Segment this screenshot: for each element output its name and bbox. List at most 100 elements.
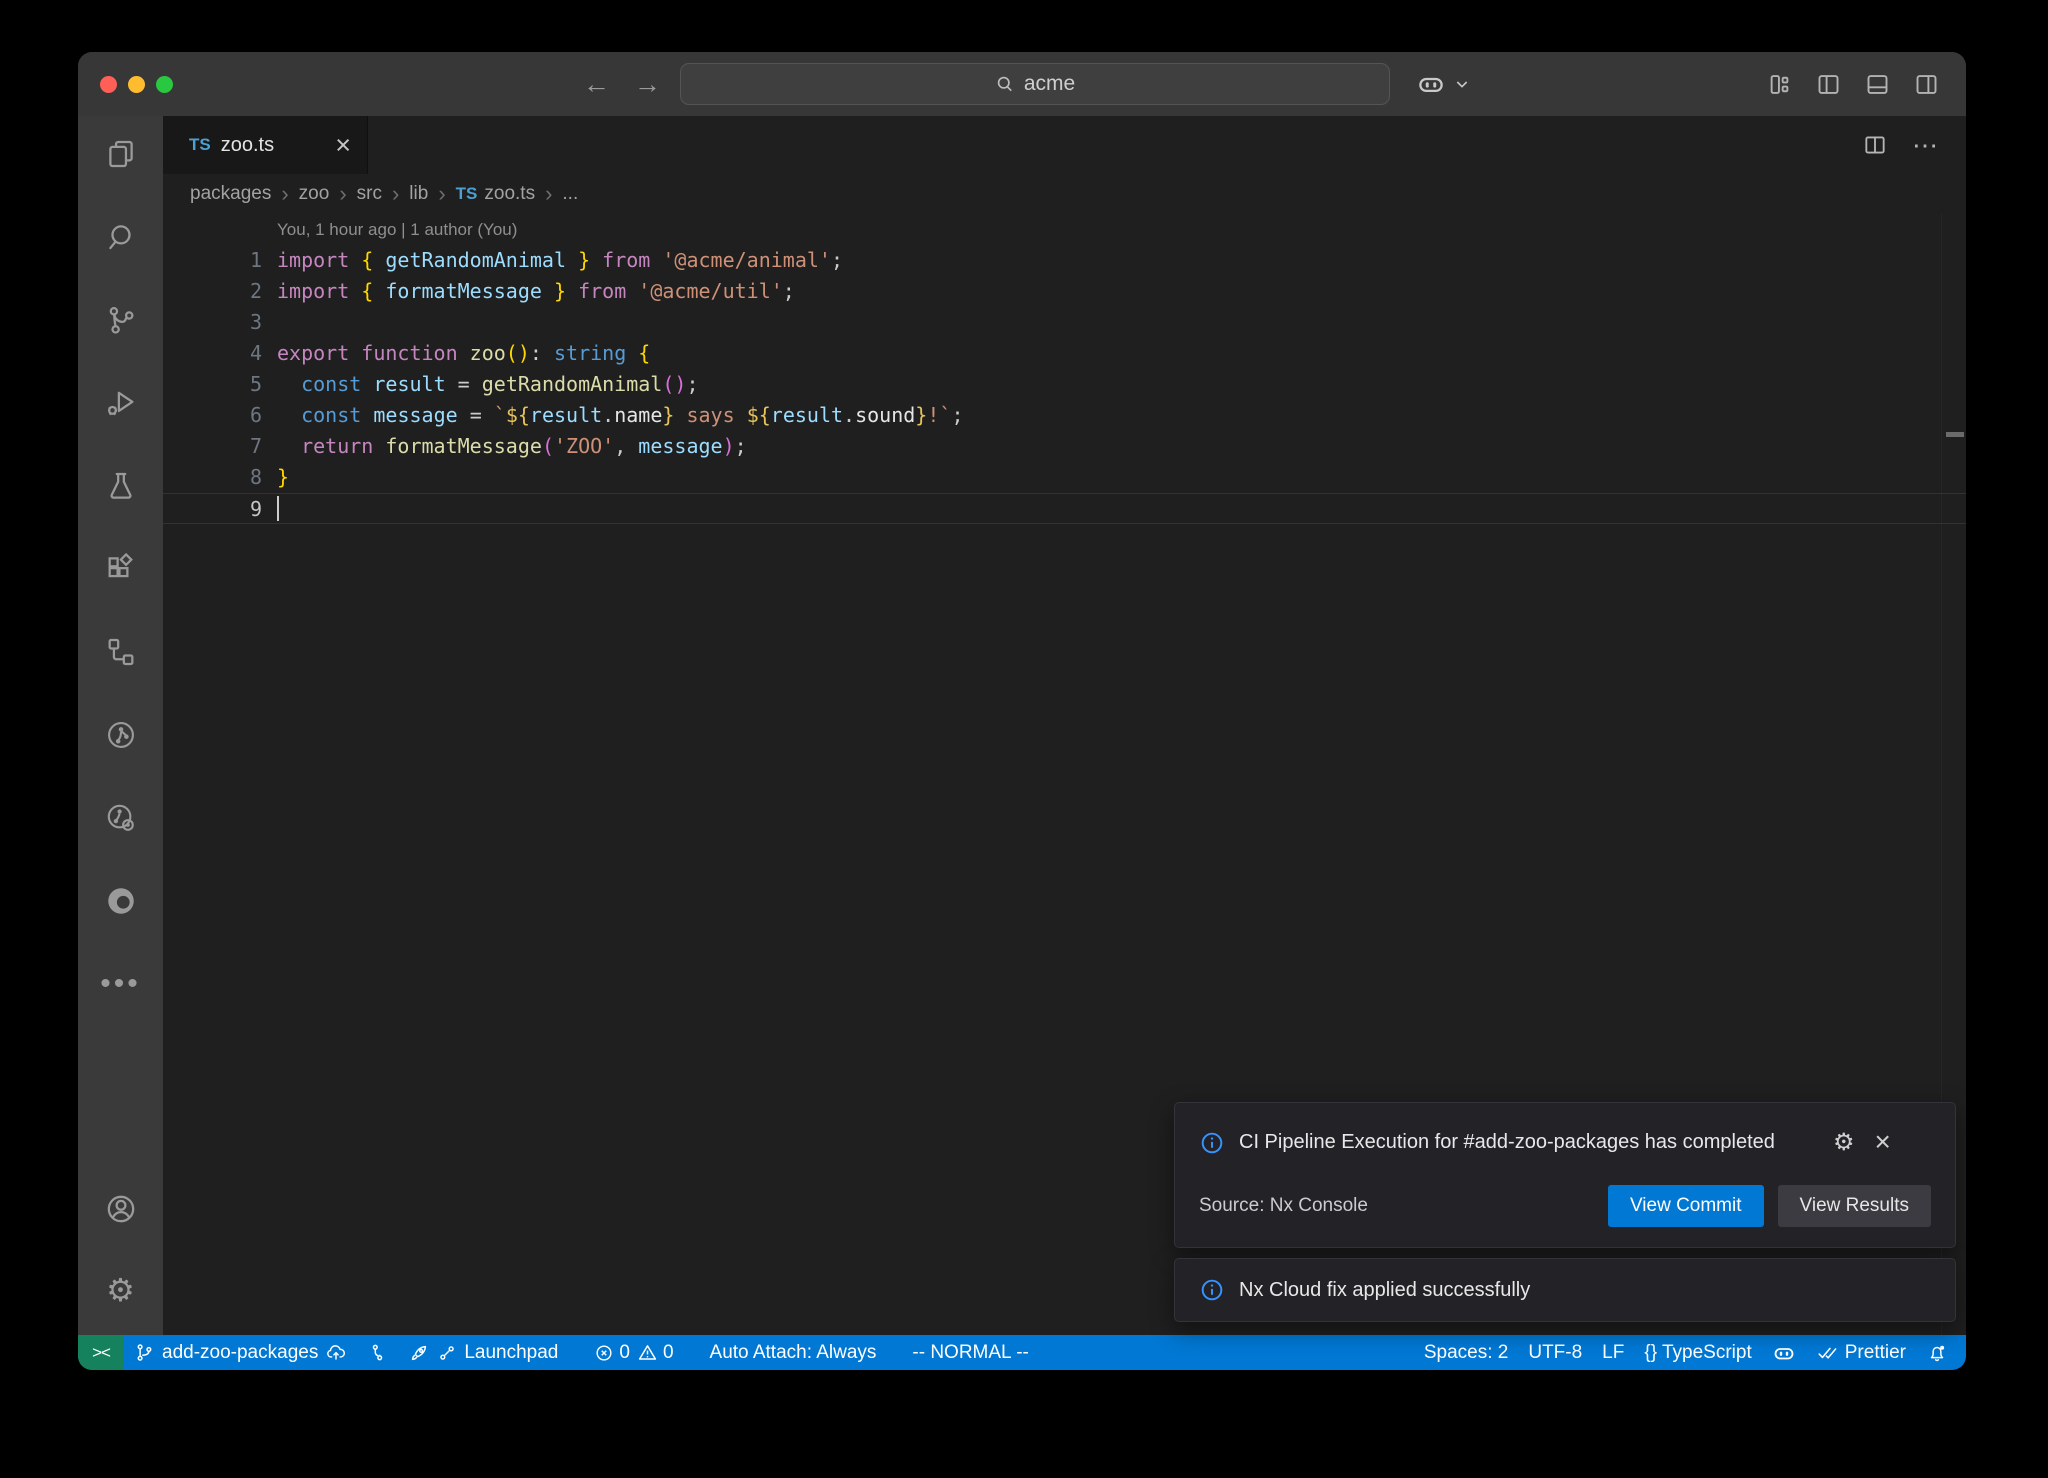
status-eol[interactable]: LF xyxy=(1592,1335,1634,1370)
git-branch-icon xyxy=(134,1342,155,1363)
code-line[interactable]: 1import { getRandomAnimal } from '@acme/… xyxy=(163,245,1966,276)
code-line[interactable]: 9 xyxy=(163,493,1966,524)
customize-layout-icon[interactable] xyxy=(1766,71,1793,98)
code-line[interactable]: 2import { formatMessage } from '@acme/ut… xyxy=(163,276,1966,307)
breadcrumb-item[interactable]: lib xyxy=(409,183,428,205)
breadcrumb-item[interactable]: TSzoo.ts xyxy=(456,183,535,205)
search-view-icon[interactable] xyxy=(104,220,138,254)
status-bar: >< add-zoo-packages Launchpad 0 xyxy=(78,1335,1966,1370)
breadcrumb-separator-icon: › xyxy=(281,181,288,207)
window-controls xyxy=(100,52,173,116)
extensions-icon[interactable] xyxy=(104,552,138,586)
more-views-icon[interactable]: ••• xyxy=(104,967,138,1001)
nx-console-icon[interactable] xyxy=(104,718,138,752)
breadcrumb-separator-icon: › xyxy=(545,181,552,207)
activity-bar-bottom: ⚙ xyxy=(104,1192,138,1335)
titlebar: ← → acme xyxy=(78,52,1966,116)
overview-ruler-cursor-marker xyxy=(1946,432,1964,437)
status-indentation[interactable]: Spaces: 2 xyxy=(1414,1335,1519,1370)
more-actions-icon[interactable]: ⋯ xyxy=(1912,132,1938,158)
breadcrumb-separator-icon: › xyxy=(392,181,399,207)
line-number: 7 xyxy=(163,431,262,462)
code-line[interactable]: 6 const message = `${result.name} says $… xyxy=(163,400,1966,431)
text-cursor xyxy=(277,496,279,521)
toggle-panel-icon[interactable] xyxy=(1864,71,1891,98)
breadcrumb-separator-icon: › xyxy=(339,181,346,207)
code-line[interactable]: 8} xyxy=(163,462,1966,493)
toggle-primary-sidebar-icon[interactable] xyxy=(1815,71,1842,98)
status-problems[interactable]: 0 0 xyxy=(584,1335,683,1370)
notification-settings-icon[interactable]: ⚙ xyxy=(1833,1130,1855,1154)
run-debug-icon[interactable] xyxy=(104,386,138,420)
line-number: 3 xyxy=(163,307,262,338)
search-icon xyxy=(995,74,1015,94)
workspace-structure-icon[interactable] xyxy=(104,635,138,669)
settings-gear-icon[interactable]: ⚙ xyxy=(104,1273,138,1307)
remote-indicator[interactable]: >< xyxy=(78,1335,124,1370)
error-circle-icon xyxy=(594,1343,614,1363)
edge-browser-icon[interactable] xyxy=(104,884,138,918)
close-window-button[interactable] xyxy=(100,76,117,93)
status-formatter[interactable]: Prettier xyxy=(1806,1335,1916,1370)
chevron-down-icon xyxy=(1454,76,1470,92)
back-arrow-icon[interactable]: ← xyxy=(583,71,610,98)
status-launchpad[interactable]: Launchpad xyxy=(398,1335,568,1370)
status-notifications-bell[interactable] xyxy=(1916,1335,1958,1370)
code-line[interactable]: 5 const result = getRandomAnimal(); xyxy=(163,369,1966,400)
testing-icon[interactable] xyxy=(104,469,138,503)
info-icon xyxy=(1199,1277,1225,1303)
minimize-window-button[interactable] xyxy=(128,76,145,93)
account-icon[interactable] xyxy=(104,1192,138,1226)
status-source-control-graph[interactable] xyxy=(357,1335,398,1370)
code-lines: 1import { getRandomAnimal } from '@acme/… xyxy=(163,245,1966,524)
layout-controls xyxy=(1766,71,1940,98)
breadcrumb: packages›zoo›src›lib›TSzoo.ts›... xyxy=(163,174,1966,214)
rocket-icon xyxy=(408,1342,430,1364)
status-vim-mode[interactable]: -- NORMAL -- xyxy=(902,1335,1038,1370)
bell-dot-icon xyxy=(1926,1342,1948,1364)
status-auto-attach[interactable]: Auto Attach: Always xyxy=(700,1335,887,1370)
typescript-file-icon: TS xyxy=(456,184,478,204)
nx-cloud-icon[interactable] xyxy=(104,801,138,835)
vscode-window: ← → acme xyxy=(78,52,1966,1370)
breadcrumb-item[interactable]: ... xyxy=(562,183,578,205)
activity-bar-top: ••• xyxy=(104,116,138,1001)
line-number: 1 xyxy=(163,245,262,276)
view-commit-button[interactable]: View Commit xyxy=(1608,1185,1764,1227)
explorer-icon[interactable] xyxy=(104,137,138,171)
line-number: 4 xyxy=(163,338,262,369)
source-control-icon[interactable] xyxy=(104,303,138,337)
status-encoding[interactable]: UTF-8 xyxy=(1518,1335,1592,1370)
copilot-menu[interactable] xyxy=(1416,69,1470,99)
line-number: 5 xyxy=(163,369,262,400)
tab-label: zoo.ts xyxy=(221,134,274,157)
zoom-window-button[interactable] xyxy=(156,76,173,93)
breadcrumb-item[interactable]: zoo xyxy=(299,183,330,205)
status-copilot[interactable] xyxy=(1762,1335,1806,1370)
desktop-background: ← → acme xyxy=(0,0,2048,1478)
code-line[interactable]: 3 xyxy=(163,307,1966,338)
blame-text: You, 1 hour ago | 1 author (You) xyxy=(262,214,517,245)
code-line[interactable]: 4export function zoo(): string { xyxy=(163,338,1966,369)
breadcrumb-item[interactable]: packages xyxy=(190,183,271,205)
line-number: 9 xyxy=(163,494,262,523)
breadcrumb-item[interactable]: src xyxy=(357,183,382,205)
notification-nx-cloud-fix: Nx Cloud fix applied successfully xyxy=(1174,1258,1956,1322)
cloud-upload-icon xyxy=(325,1342,347,1364)
line-number: 8 xyxy=(163,462,262,493)
split-editor-icon[interactable] xyxy=(1862,132,1888,158)
warning-triangle-icon xyxy=(637,1342,658,1363)
forward-arrow-icon[interactable]: → xyxy=(634,71,661,98)
notification-center: CI Pipeline Execution for #add-zoo-packa… xyxy=(1174,1102,1956,1322)
toggle-secondary-sidebar-icon[interactable] xyxy=(1913,71,1940,98)
notification-close-icon[interactable]: × xyxy=(1875,1128,1891,1156)
line-number: 2 xyxy=(163,276,262,307)
view-results-button[interactable]: View Results xyxy=(1778,1185,1931,1227)
command-center-search[interactable]: acme xyxy=(680,63,1390,105)
code-line[interactable]: 7 return formatMessage('ZOO', message); xyxy=(163,431,1966,462)
status-language[interactable]: {} TypeScript xyxy=(1634,1335,1761,1370)
status-branch[interactable]: add-zoo-packages xyxy=(124,1335,357,1370)
tab-close-icon[interactable]: × xyxy=(335,132,351,159)
tab-zoo-ts[interactable]: TS zoo.ts × xyxy=(163,116,368,174)
node-link-icon xyxy=(437,1343,457,1363)
